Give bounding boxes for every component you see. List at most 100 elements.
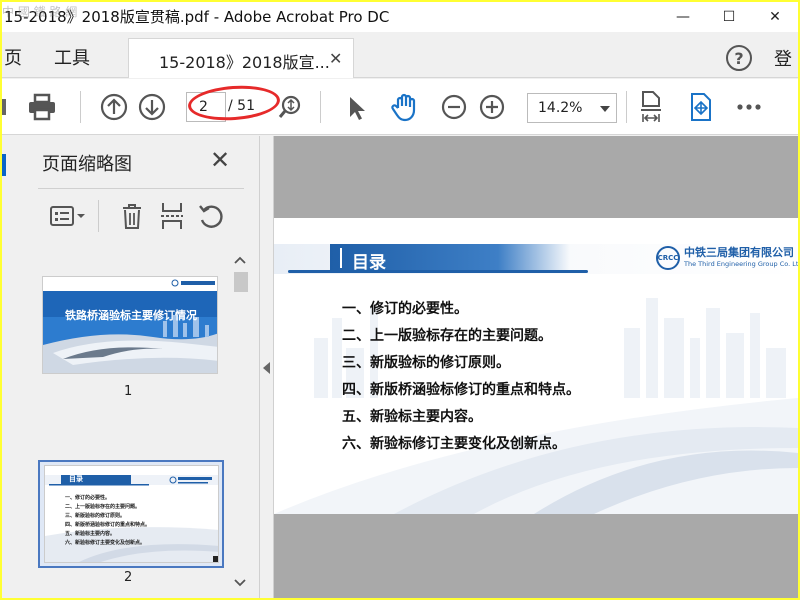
toc-item: 六、新验标修订主要变化及创新点。 [342, 436, 566, 452]
minimize-icon: — [676, 9, 690, 25]
panel-close-icon[interactable]: ✕ [210, 146, 230, 174]
thumbnail-1-title: 铁路桥涵验标主要修订情况 [65, 309, 197, 322]
thumbnail-2-number: 2 [124, 570, 133, 585]
panel-divider [38, 188, 244, 189]
collapse-panel-icon[interactable] [263, 362, 270, 374]
thumbnail-toc-line: 六、新验标修订主要变化及创新点。 [65, 540, 146, 546]
slide-header-stripe [288, 270, 588, 273]
maximize-icon: ☐ [722, 9, 736, 25]
toc-item: 三、新版验标的修订原则。 [342, 355, 510, 371]
previous-page-button[interactable] [98, 91, 130, 123]
company-logo-mark: CRCC [657, 254, 679, 262]
login-button[interactable]: 登 [774, 45, 792, 71]
company-name-cn: 中铁三局集团有限公司 [684, 246, 794, 259]
navigation-rail [2, 136, 24, 598]
zoom-level-dropdown[interactable]: 14.2% [527, 93, 617, 123]
maximize-button[interactable]: ☐ [706, 2, 752, 32]
cursor-arrow-icon [350, 97, 365, 120]
thumbnail-toc-line: 四、新版桥涵验标修订的重点和特点。 [65, 522, 151, 528]
document-tab-label: 15-2018》2018版宣... [159, 53, 330, 72]
scrollbar-thumb[interactable] [234, 272, 248, 292]
magnifier-icon [278, 95, 301, 118]
page-split-icon [161, 203, 183, 229]
trash-icon [123, 204, 141, 229]
zoom-in-button[interactable] [478, 93, 506, 121]
toc-item: 四、新版桥涵验标修订的重点和特点。 [342, 382, 580, 398]
panel-splitter[interactable] [260, 136, 274, 598]
acrobat-window: 15-2018》2018版宣贯稿.pdf - Adobe Acrobat Pro… [2, 2, 798, 598]
help-icon: ? [734, 48, 744, 68]
minus-circle-icon [441, 94, 467, 120]
title-bar: 15-2018》2018版宣贯稿.pdf - Adobe Acrobat Pro… [2, 2, 798, 32]
home-menu[interactable]: 页 [4, 44, 22, 70]
toc-item: 一、修订的必要性。 [342, 301, 468, 317]
table-of-contents: 一、修订的必要性。 二、上一版验标存在的主要问题。 三、新版验标的修订原则。 四… [342, 298, 580, 460]
options-menu-icon [50, 206, 85, 226]
thumbnail-2-title: 目录 [69, 475, 83, 483]
extract-pages-button[interactable] [158, 200, 186, 232]
thumbnail-2-image: 目录 一、修订的必要性。 二、上一版验标存在的主要问题。 三、新版验标的修订原则… [44, 465, 219, 563]
hand-icon [391, 93, 416, 122]
thumbnail-2-toc: 一、修订的必要性。 二、上一版验标存在的主要问题。 三、新版验标的修订原则。 四… [65, 494, 150, 548]
panel-toolbar [38, 194, 244, 238]
zoom-level-value: 14.2% [538, 100, 583, 116]
thumbnail-toc-line: 二、上一版验标存在的主要问题。 [65, 504, 141, 510]
thumbnail-options-button[interactable] [48, 202, 88, 230]
tab-close-icon[interactable]: ✕ [329, 49, 342, 68]
close-icon: ✕ [769, 9, 781, 25]
delete-page-button[interactable] [118, 200, 146, 232]
tab-bar: 页 工具 15-2018》2018版宣... ✕ ? 登 [2, 32, 798, 78]
page-thumbnail-1[interactable]: 铁路桥涵验标主要修订情况 [42, 276, 218, 374]
slide-header-divider [340, 248, 342, 268]
scroll-down-icon[interactable] [232, 576, 248, 590]
thumbnail-scrollbar[interactable] [232, 250, 248, 596]
toolbar-divider [626, 91, 627, 123]
minimize-button[interactable]: — [660, 2, 706, 32]
more-horizontal-icon [737, 104, 761, 110]
pdf-page-2: 目录 CRCC 中铁三局集团有限公司 The Third Engineering… [274, 218, 798, 514]
thumbnails-tab-indicator[interactable] [2, 154, 6, 176]
more-tools-button[interactable] [734, 97, 764, 117]
next-page-button[interactable] [136, 91, 168, 123]
fit-width-icon [641, 91, 661, 122]
thumbnail-toc-line: 三、新版验标的修订原则。 [65, 513, 126, 519]
plus-circle-icon [479, 94, 505, 120]
company-logo-icon: CRCC [656, 246, 680, 270]
rotate-page-button[interactable] [196, 200, 226, 232]
thumbnail-list: 铁路桥涵验标主要修订情况 1 目录 一、修订的必要性。 二、上一版验标存在的主要… [24, 246, 230, 596]
tools-menu[interactable]: 工具 [54, 44, 90, 70]
toolbar-divider [320, 91, 321, 123]
watermark: 中 國 鐵 路 網 [2, 5, 78, 19]
thumbnail-toc-line: 五、新验标主要内容。 [65, 531, 116, 537]
company-name-en: The Third Engineering Group Co. Ltd. [684, 260, 798, 268]
main-toolbar: 2 / 51 14.2% [2, 79, 798, 135]
document-viewport[interactable]: 目录 CRCC 中铁三局集团有限公司 The Third Engineering… [274, 136, 798, 598]
thumbnail-1-number: 1 [124, 384, 133, 399]
panel-toolbar-divider [98, 200, 99, 232]
print-button[interactable] [24, 91, 60, 123]
page-thumbnail-2[interactable]: 目录 一、修订的必要性。 二、上一版验标存在的主要问题。 三、新版验标的修订原则… [38, 460, 224, 568]
hand-tool-button[interactable] [388, 91, 422, 123]
zoom-out-button[interactable] [440, 93, 468, 121]
arrow-down-icon [138, 93, 166, 121]
chevron-down-icon [600, 106, 610, 112]
panel-title: 页面缩略图 [42, 154, 132, 175]
rotate-icon [199, 205, 223, 228]
help-button[interactable]: ? [726, 45, 752, 71]
toolbar-divider [80, 91, 81, 123]
page-expand-icon [691, 93, 711, 121]
close-window-button[interactable]: ✕ [752, 2, 798, 32]
scroll-up-icon[interactable] [232, 254, 248, 268]
arrow-up-icon [100, 93, 128, 121]
page-display-button[interactable] [686, 91, 716, 123]
save-icon[interactable] [2, 93, 10, 121]
fit-page-button[interactable] [638, 89, 664, 125]
zoom-tool-button[interactable] [276, 93, 304, 121]
select-tool-button[interactable] [342, 93, 370, 123]
document-tab[interactable]: 15-2018》2018版宣... ✕ [128, 38, 354, 78]
toc-item: 五、新验标主要内容。 [342, 409, 482, 425]
slide-title: 目录 [352, 253, 386, 273]
toc-item: 二、上一版验标存在的主要问题。 [342, 328, 552, 344]
cover-slide-image [43, 277, 217, 373]
thumbnail-toc-line: 一、修订的必要性。 [65, 495, 111, 501]
